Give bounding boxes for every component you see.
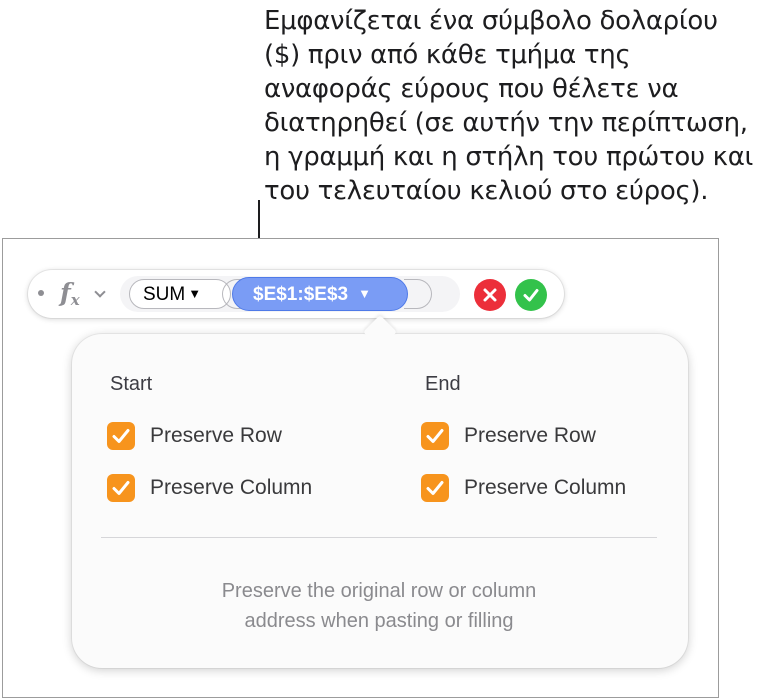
checkmark-icon: [426, 481, 444, 495]
checkmark-icon: [523, 289, 539, 302]
drag-handle[interactable]: [38, 290, 44, 296]
cancel-button[interactable]: [474, 279, 506, 311]
help-text-line: address when pasting or filling: [244, 610, 514, 632]
end-preserve-row-checkbox[interactable]: [421, 422, 449, 450]
end-heading: End: [425, 373, 461, 395]
start-preserve-row-option[interactable]: Preserve Row: [107, 421, 282, 451]
checkmark-icon: [112, 481, 130, 495]
start-preserve-column-option[interactable]: Preserve Column: [107, 473, 312, 503]
end-preserve-row-option[interactable]: Preserve Row: [421, 421, 596, 451]
confirm-button[interactable]: [515, 279, 547, 311]
end-preserve-column-option[interactable]: Preserve Column: [421, 473, 626, 503]
range-reference-token[interactable]: $E$1:$E$3 ▼: [232, 277, 408, 311]
fx-subscript: x: [70, 291, 80, 309]
function-name: SUM: [143, 284, 186, 305]
callout-line: του τελευταίου κελιού στο εύρος).: [264, 176, 709, 206]
start-preserve-column-checkbox[interactable]: [107, 474, 135, 502]
start-preserve-row-label: Preserve Row: [150, 424, 282, 447]
checkmark-icon: [426, 429, 444, 443]
start-heading: Start: [110, 373, 153, 395]
help-text-line: Preserve the original row or column: [221, 580, 537, 602]
divider: [101, 537, 657, 538]
help-text: Preserve the original row or column addr…: [101, 576, 657, 636]
callout-line: Εμφανίζεται ένα σύμβολο δολαρίου: [264, 6, 718, 36]
function-dropdown-caret: ▼: [188, 286, 202, 301]
close-icon: [483, 288, 497, 302]
callout-line: διατηρηθεί (σε αυτήν την περίπτωση,: [264, 108, 748, 138]
function-token[interactable]: SUM ▼: [129, 279, 231, 309]
end-preserve-column-label: Preserve Column: [464, 476, 627, 499]
checkmark-icon: [112, 429, 130, 443]
callout-line: ($) πριν από κάθε τμήμα της: [264, 40, 631, 70]
end-preserve-row-label: Preserve Row: [464, 424, 596, 447]
fx-letter: f: [60, 278, 71, 307]
annotation-callout: Εμφανίζεται ένα σύμβολο δολαρίου ($) πρι…: [264, 4, 764, 208]
range-reference-value: $E$1:$E$3: [253, 284, 349, 305]
start-preserve-column-label: Preserve Column: [150, 476, 313, 499]
callout-line: αναφοράς εύρους που θέλετε να: [264, 74, 679, 104]
range-dropdown-caret: ▼: [358, 286, 371, 301]
end-preserve-column-checkbox[interactable]: [421, 474, 449, 502]
start-preserve-row-checkbox[interactable]: [107, 422, 135, 450]
callout-line: η γραμμή και η στήλη του πρώτου και: [264, 142, 754, 172]
function-icon[interactable]: fx: [60, 278, 80, 309]
